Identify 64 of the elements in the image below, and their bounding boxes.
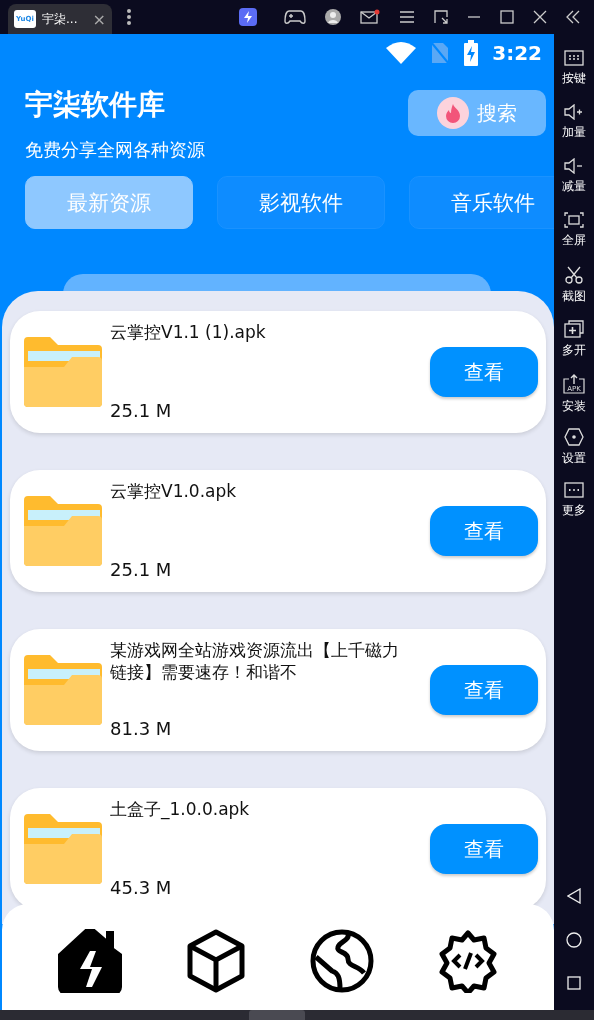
sidebar-label: 按键 — [562, 70, 586, 87]
scroll-handle[interactable] — [249, 1010, 305, 1020]
settings-icon[interactable] — [564, 428, 584, 446]
scissors-icon[interactable] — [564, 266, 584, 284]
volume-up-icon[interactable] — [564, 104, 584, 120]
folder-icon — [24, 814, 102, 884]
status-time: 3:22 — [492, 41, 542, 65]
keyboard-icon[interactable] — [564, 50, 584, 66]
file-name: 云掌控V1.0.apk — [110, 480, 238, 503]
mail-icon[interactable] — [360, 9, 380, 25]
sidebar-label: 更多 — [562, 502, 586, 519]
sidebar-label: 设置 — [562, 450, 586, 467]
file-size: 25.1 M — [110, 559, 173, 580]
view-button[interactable]: 查看 — [430, 824, 538, 874]
wifi-icon — [386, 42, 417, 64]
folder-icon — [24, 496, 102, 566]
sidebar-label: 截图 — [562, 288, 586, 305]
fullscreen-icon[interactable] — [564, 212, 584, 228]
windows-plus-icon[interactable] — [564, 320, 584, 338]
globe-icon[interactable] — [310, 929, 374, 993]
file-name: 某游戏网全站游戏资源流出【上千磁力链接】需要速存！和谐不 — [110, 639, 400, 684]
gamepad-icon[interactable] — [284, 9, 306, 25]
view-button[interactable]: 查看 — [430, 347, 538, 397]
avatar-icon[interactable] — [325, 9, 341, 25]
folder-icon — [24, 337, 102, 407]
category-tab[interactable]: 音乐软件 — [409, 176, 554, 229]
search-button[interactable]: 搜索 — [408, 90, 546, 136]
volume-down-icon[interactable] — [564, 158, 584, 174]
recents-icon[interactable] — [567, 976, 581, 990]
more-icon[interactable] — [564, 482, 584, 498]
sidebar-label: 减量 — [562, 178, 586, 195]
app-subtitle: 免费分享全网各种资源 — [25, 138, 205, 162]
cube-icon[interactable] — [186, 929, 246, 993]
sidebar-label: 多开 — [562, 342, 586, 359]
home-bolt-icon[interactable] — [58, 929, 122, 993]
maximize-icon[interactable] — [500, 10, 514, 24]
view-button[interactable]: 查看 — [430, 665, 538, 715]
battery-icon — [464, 40, 479, 66]
bolt-icon[interactable] — [239, 8, 257, 26]
more-icon[interactable] — [126, 8, 132, 26]
menu-icon[interactable] — [399, 10, 415, 24]
folder-icon — [24, 655, 102, 725]
file-size: 81.3 M — [110, 718, 173, 739]
flame-icon — [437, 97, 469, 129]
close-icon[interactable] — [533, 10, 547, 24]
file-name: 土盒子_1.0.0.apk — [110, 798, 251, 821]
file-size: 25.1 M — [110, 400, 173, 421]
sidebar-label: 加量 — [562, 124, 586, 141]
category-tab[interactable]: 最新资源 — [25, 176, 193, 229]
view-button[interactable]: 查看 — [430, 506, 538, 556]
category-tab[interactable]: 影视软件 — [217, 176, 385, 229]
sidebar-label: 安装 — [562, 398, 586, 415]
code-gear-icon[interactable] — [438, 929, 498, 993]
resize-icon[interactable] — [434, 10, 448, 24]
no-sim-icon — [430, 41, 451, 65]
back-icon[interactable] — [567, 888, 581, 904]
file-name: 云掌控V1.1 (1).apk — [110, 321, 267, 344]
home-icon[interactable] — [566, 932, 582, 948]
file-size: 45.3 M — [110, 877, 173, 898]
sidebar-label: 全屏 — [562, 232, 586, 249]
tab-title: 宇柒... — [42, 10, 79, 28]
collapse-icon[interactable] — [566, 10, 580, 24]
close-tab-button[interactable]: × — [92, 9, 106, 29]
app-title: 宇柒软件库 — [25, 87, 166, 123]
